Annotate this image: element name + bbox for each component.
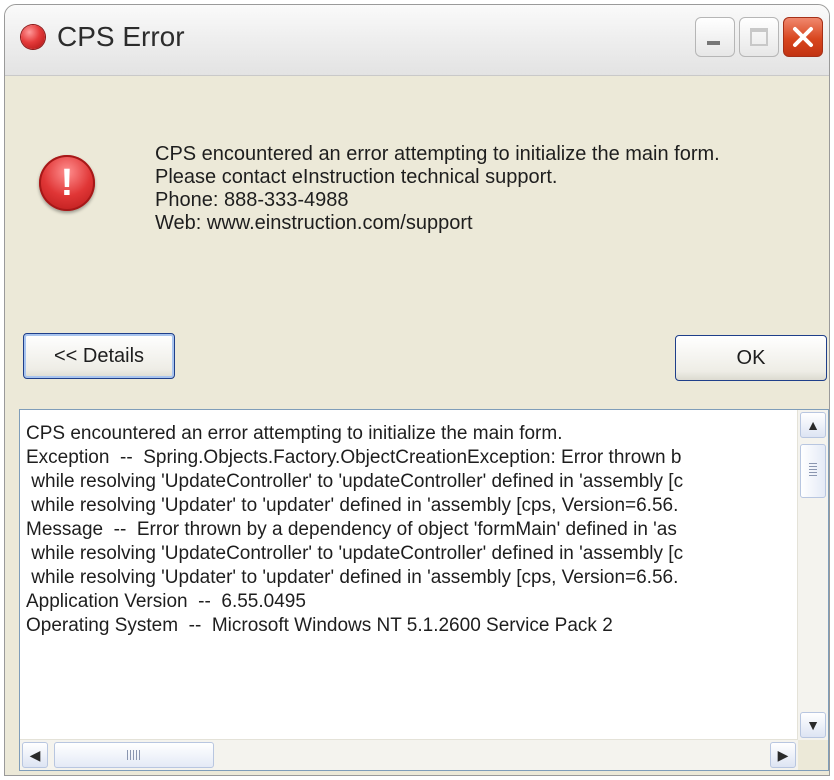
details-line: while resolving 'UpdateController' to 'u… [26,471,684,492]
scroll-right-icon[interactable]: ▶ [770,742,796,768]
scroll-left-icon[interactable]: ◀ [22,742,48,768]
details-textbox[interactable]: CPS encountered an error attempting to i… [19,409,829,771]
details-line: while resolving 'UpdateController' to 'u… [26,543,684,564]
details-line: while resolving 'Updater' to 'updater' d… [26,495,679,516]
message-line: CPS encountered an error attempting to i… [155,143,720,165]
message-line: Web: www.einstruction.com/support [155,212,473,234]
message-line: Please contact eInstruction technical su… [155,166,558,188]
details-line: Application Version -- 6.55.0495 [26,591,306,612]
error-message: CPS encountered an error attempting to i… [155,143,785,235]
vertical-scrollbar[interactable]: ▲ ▼ [797,410,828,740]
details-line: Operating System -- Microsoft Windows NT… [26,615,613,636]
maximize-button[interactable] [739,17,779,57]
details-text: CPS encountered an error attempting to i… [26,422,794,738]
details-line: while resolving 'Updater' to 'updater' d… [26,567,679,588]
grip-icon [809,463,817,477]
cps-error-dialog: CPS Error ! CPS encountered an error att… [4,4,830,776]
scroll-up-icon[interactable]: ▲ [800,412,826,438]
ok-button[interactable]: OK [675,335,827,381]
details-line: CPS encountered an error attempting to i… [26,423,563,444]
message-line: Phone: 888-333-4988 [155,189,349,211]
window-title: CPS Error [57,21,185,52]
minimize-icon [707,41,720,45]
vertical-scroll-thumb[interactable] [800,444,826,498]
grip-icon [127,750,141,760]
close-button[interactable] [783,17,823,57]
maximize-icon [750,28,768,46]
close-icon [793,27,813,47]
details-line: Exception -- Spring.Objects.Factory.Obje… [26,447,682,468]
app-orb-icon [21,25,45,49]
scroll-down-icon[interactable]: ▼ [800,712,826,738]
details-line: Message -- Error thrown by a dependency … [26,519,677,540]
horizontal-scroll-thumb[interactable] [54,742,214,768]
minimize-button[interactable] [695,17,735,57]
horizontal-scrollbar[interactable]: ◀ ▶ [20,739,798,770]
error-icon: ! [39,155,95,211]
scrollbar-corner [798,740,828,770]
title-bar[interactable]: CPS Error [5,5,829,76]
details-button[interactable]: << Details [23,333,175,379]
